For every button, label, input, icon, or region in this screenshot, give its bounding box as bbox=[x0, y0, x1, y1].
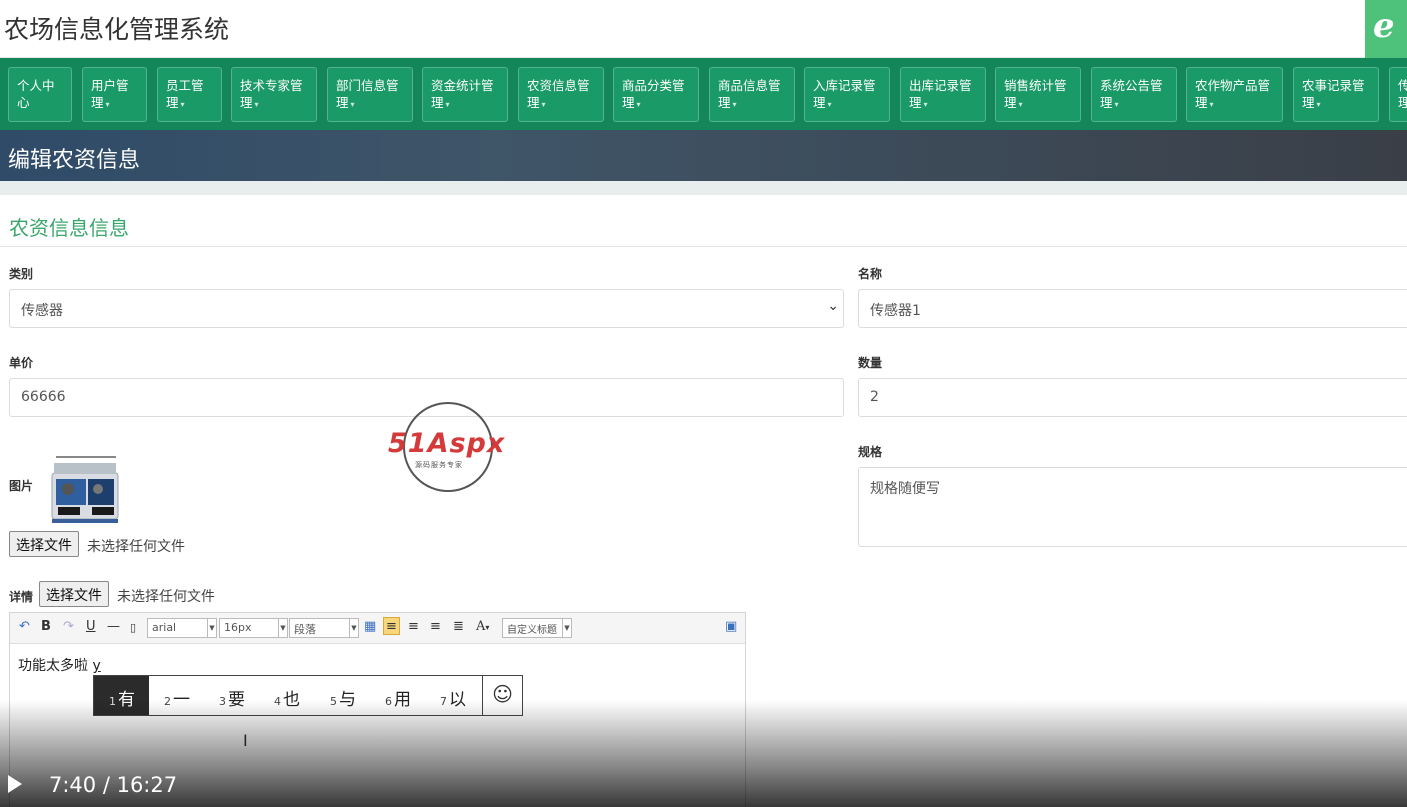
redo-icon[interactable]: ↷ bbox=[63, 619, 74, 637]
table-icon[interactable]: ▦ bbox=[364, 619, 376, 637]
nav-item-announcement-mgmt[interactable]: 系统公告管 理 ▾ bbox=[1091, 67, 1177, 122]
category-label: 类别 bbox=[9, 267, 34, 281]
nav-item-sales-stats-mgmt[interactable]: 销售统计管 理 ▾ bbox=[995, 67, 1081, 122]
image-file-status: 未选择任何文件 bbox=[87, 539, 185, 555]
image-label: 图片 bbox=[9, 479, 34, 493]
nav-item-farm-supplies-mgmt[interactable]: 农资信息管 理 ▾ bbox=[518, 67, 604, 122]
page-title: 编辑农资信息 bbox=[8, 148, 141, 173]
chevron-down-icon: ⌄ bbox=[827, 298, 839, 314]
nav-item-user-mgmt[interactable]: 用户管 理 ▾ bbox=[82, 67, 147, 122]
editor-content[interactable]: 功能太多啦 y bbox=[18, 655, 101, 675]
align-center-icon[interactable]: ≡ bbox=[430, 619, 441, 637]
name-label: 名称 bbox=[858, 267, 883, 281]
chevron-down-icon: ▾ bbox=[732, 100, 737, 109]
watermark-tagline: 源码服务专家 bbox=[415, 461, 463, 469]
nav-item-funds-mgmt[interactable]: 资金统计管 理 ▾ bbox=[422, 67, 508, 122]
editor-toolbar: ↶ B ↷ U — ▯ arial ▼ 16px ▼ 段落 ▼ ▦ ≡ ≡ ≡ ≣ A… bbox=[10, 613, 745, 644]
nav-item-employee-mgmt[interactable]: 员工管 理 ▾ bbox=[157, 67, 222, 122]
page-header: 编辑农资信息 bbox=[0, 130, 1407, 181]
quantity-input[interactable]: 2 bbox=[858, 378, 1407, 417]
detail-file-status: 未选择任何文件 bbox=[117, 589, 215, 605]
chevron-down-icon: ▾ bbox=[180, 100, 185, 109]
chevron-down-icon: ▾ bbox=[1316, 100, 1321, 109]
watermark-logo: 51Aspx 源码服务专家 bbox=[388, 402, 510, 494]
chevron-down-icon: ▾ bbox=[254, 100, 259, 109]
nav-item-inbound-mgmt[interactable]: 入库记录管 理 ▾ bbox=[804, 67, 890, 122]
chevron-down-icon: ▾ bbox=[827, 100, 832, 109]
category-select[interactable]: 传感器 ⌄ bbox=[9, 289, 844, 328]
chevron-down-icon: ▼ bbox=[207, 619, 216, 637]
bold-icon[interactable]: B bbox=[41, 619, 51, 637]
nav-item-goods-category-mgmt[interactable]: 商品分类管 理 ▾ bbox=[613, 67, 699, 122]
detail-choose-file-button[interactable]: 选择文件 bbox=[39, 581, 109, 607]
nav-item-truncated[interactable]: 传 理 bbox=[1389, 67, 1407, 122]
nav-item-outbound-mgmt[interactable]: 出库记录管 理 ▾ bbox=[900, 67, 986, 122]
chevron-down-icon: ▾ bbox=[445, 100, 450, 109]
chevron-down-icon: ▾ bbox=[636, 100, 641, 109]
chevron-down-icon: ▾ bbox=[105, 100, 110, 109]
paragraph-select[interactable]: 段落 ▼ bbox=[289, 618, 359, 638]
quantity-label: 数量 bbox=[858, 356, 883, 370]
image-choose-file-button[interactable]: 选择文件 bbox=[9, 531, 79, 557]
font-size-select[interactable]: 16px ▼ bbox=[219, 618, 288, 638]
chevron-down-icon: ▾ bbox=[1114, 100, 1119, 109]
font-color-icon[interactable]: A▾ bbox=[476, 619, 489, 637]
main-nav: 个人中 心 用户管 理 ▾ 员工管 理 ▾ 技术专家管 理 ▾ 部门信息管 理 ▾ 资金… bbox=[0, 58, 1407, 130]
align-left-icon[interactable]: ≡ bbox=[383, 617, 400, 635]
nav-item-department-mgmt[interactable]: 部门信息管 理 ▾ bbox=[327, 67, 413, 122]
horizontal-rule-icon[interactable]: — bbox=[107, 619, 120, 637]
spec-textarea[interactable]: 规格随便写 bbox=[858, 467, 1407, 547]
ime-composition-text: y bbox=[92, 658, 101, 674]
custom-title-select[interactable]: 自定义标题 ▼ bbox=[502, 618, 572, 638]
play-icon[interactable] bbox=[8, 775, 22, 793]
chevron-down-icon: ▼ bbox=[349, 619, 358, 637]
watermark-brand: 51Aspx bbox=[388, 428, 506, 459]
chevron-down-icon: ▼ bbox=[562, 619, 571, 637]
browser-ie-icon[interactable]: e bbox=[1365, 0, 1407, 60]
underline-icon[interactable]: U bbox=[86, 619, 96, 637]
chevron-down-icon: ▾ bbox=[541, 100, 546, 109]
nav-item-goods-info-mgmt[interactable]: 商品信息管 理 ▾ bbox=[709, 67, 795, 122]
align-justify-icon[interactable]: ≣ bbox=[453, 619, 464, 637]
spec-label: 规格 bbox=[858, 445, 883, 459]
chevron-down-icon: ▾ bbox=[923, 100, 928, 109]
chevron-down-icon: ▼ bbox=[278, 619, 287, 637]
price-label: 单价 bbox=[9, 356, 34, 370]
top-bar: 农场信息化管理系统 e bbox=[0, 0, 1407, 60]
chevron-down-icon: ▾ bbox=[1209, 100, 1214, 109]
align-right-icon[interactable]: ≡ bbox=[408, 619, 419, 637]
page: 农场信息化管理系统 e 个人中 心 用户管 理 ▾ 员工管 理 ▾ 技术专家管 理 ▾… bbox=[0, 0, 1407, 807]
video-controls-overlay bbox=[0, 700, 1407, 807]
app-title: 农场信息化管理系统 bbox=[4, 15, 230, 44]
nav-item-expert-mgmt[interactable]: 技术专家管 理 ▾ bbox=[231, 67, 317, 122]
chevron-down-icon: ▾ bbox=[350, 100, 355, 109]
divider bbox=[0, 181, 1407, 195]
detail-label: 详情 bbox=[9, 590, 34, 604]
section-title: 农资信息信息 bbox=[9, 216, 129, 240]
name-input[interactable]: 传感器1 bbox=[858, 289, 1407, 328]
font-family-select[interactable]: arial ▼ bbox=[147, 618, 217, 638]
divider bbox=[0, 246, 1407, 247]
document-icon[interactable]: ▯ bbox=[130, 621, 136, 639]
chevron-down-icon: ▾ bbox=[1018, 100, 1023, 109]
nav-item-farm-records-mgmt[interactable]: 农事记录管 理 ▾ bbox=[1293, 67, 1379, 122]
nav-item-personal-center[interactable]: 个人中 心 bbox=[8, 67, 72, 122]
preview-icon[interactable]: ▣ bbox=[725, 619, 737, 637]
product-image bbox=[51, 456, 119, 523]
video-timecode: 7:40 / 16:27 bbox=[49, 773, 178, 797]
undo-icon[interactable]: ↶ bbox=[19, 619, 30, 637]
nav-item-crop-products-mgmt[interactable]: 农作物产品管 理 ▾ bbox=[1186, 67, 1283, 122]
